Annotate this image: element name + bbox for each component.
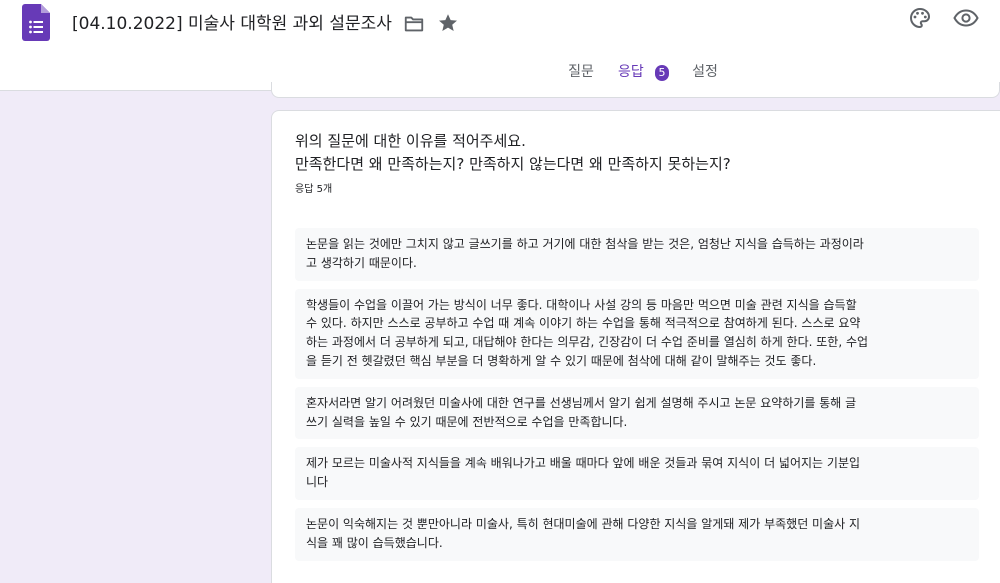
question-summary-card: 위의 질문에 대한 이유를 적어주세요. 만족한다면 왜 만족하는지? 만족하지… <box>271 110 1000 583</box>
previous-question-card <box>271 82 1000 98</box>
response-item: 논문을 읽는 것에만 그치지 않고 글쓰기를 하고 거기에 대한 첨삭을 받는 … <box>295 228 979 281</box>
star-icon[interactable] <box>437 12 459 34</box>
google-forms-icon[interactable] <box>22 4 50 41</box>
app-header: [04.10.2022] 미술사 대학원 과외 설문조사 질문 응답 5 설정 <box>0 0 1000 91</box>
response-count-badge: 5 <box>655 65 669 81</box>
folder-icon[interactable] <box>403 13 425 35</box>
question-title-line-1: 위의 질문에 대한 이유를 적어주세요. <box>295 132 526 150</box>
palette-icon[interactable] <box>908 6 932 30</box>
tab-questions-label: 질문 <box>568 64 594 80</box>
response-item: 학생들이 수업을 이끌어 가는 방식이 너무 좋다. 대학이나 사설 강의 등 … <box>295 288 979 379</box>
response-item: 논문이 익숙해지는 것 뿐만아니라 미술사, 특히 현대미술에 관해 다양한 지… <box>295 507 979 561</box>
question-title: 위의 질문에 대한 이유를 적어주세요. 만족한다면 왜 만족하는지? 만족하지… <box>295 130 731 176</box>
eye-icon[interactable] <box>953 6 979 30</box>
response-item: 혼자서라면 알기 어려웠던 미술사에 대한 연구를 선생님께서 알기 쉽게 설명… <box>295 386 979 440</box>
response-item: 제가 모르는 미술사적 지식들을 계속 배워나가고 배울 때마다 앞에 배운 것… <box>295 447 979 500</box>
document-title[interactable]: [04.10.2022] 미술사 대학원 과외 설문조사 <box>72 12 392 36</box>
response-count-label: 응답 5개 <box>295 184 333 195</box>
response-list: 논문을 읽는 것에만 그치지 않고 글쓰기를 하고 거기에 대한 첨삭을 받는 … <box>295 228 979 569</box>
question-title-line-2: 만족한다면 왜 만족하는지? 만족하지 않는다면 왜 만족하지 못하는지? <box>295 155 731 173</box>
tab-settings-label: 설정 <box>692 64 718 80</box>
